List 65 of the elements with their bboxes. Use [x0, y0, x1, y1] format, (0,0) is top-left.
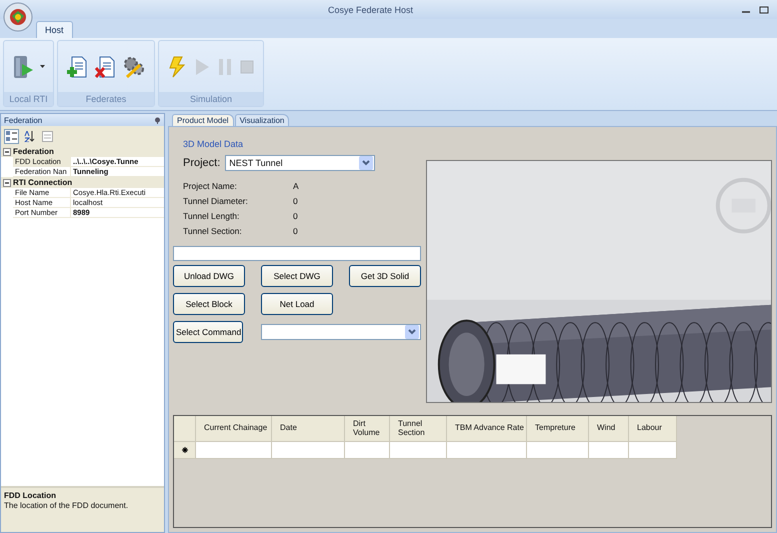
project-dropdown[interactable]: NEST Tunnel [225, 155, 376, 171]
table-cell[interactable] [629, 442, 677, 459]
panel-title: Federation [4, 116, 42, 124]
info-value: 0 [293, 226, 299, 236]
info-value: A [293, 181, 300, 191]
command-button[interactable]: Select Command [173, 321, 243, 343]
sort-icon [24, 130, 35, 142]
column-header[interactable]: Tunnel Section [390, 416, 447, 442]
category-label: Federation [13, 147, 54, 156]
action-button[interactable]: Select Block [173, 293, 245, 315]
column-header[interactable]: Wind [589, 416, 629, 442]
action-button[interactable]: Select DWG [261, 265, 333, 287]
column-header[interactable]: Current Chainage [196, 416, 272, 442]
table-cell[interactable] [527, 442, 589, 459]
server-play-icon[interactable] [12, 54, 34, 80]
info-label: Project Name: [183, 181, 238, 191]
lightning-icon[interactable] [167, 54, 187, 78]
info-value: 0 [293, 196, 299, 206]
collapse-icon[interactable] [3, 148, 11, 156]
collapse-icon[interactable] [3, 178, 11, 186]
add-document-icon[interactable] [66, 54, 88, 78]
tab[interactable]: Product Model [172, 114, 234, 126]
text-field[interactable] [173, 246, 421, 261]
new-row-icon [182, 447, 188, 453]
info-value: 0 [293, 211, 299, 221]
action-button[interactable]: Unload DWG [173, 265, 245, 287]
field-label: Project: [183, 157, 220, 169]
dropdown-arrow-icon[interactable] [40, 64, 45, 69]
section-title: 3D Model Data [183, 139, 244, 149]
window-title: Cosye Federate Host [326, 4, 414, 14]
toolbar-button[interactable] [22, 128, 37, 144]
toolbar-button[interactable] [4, 128, 19, 144]
table-cell[interactable] [589, 442, 629, 459]
category-row[interactable]: RTI Connection [1, 177, 164, 188]
action-button[interactable]: Get 3D Solid [349, 265, 421, 287]
table-cell[interactable] [345, 442, 390, 459]
column-header[interactable]: Dirt Volume [345, 416, 390, 442]
property-pages-icon [42, 130, 53, 142]
ribbon-tab[interactable]: Host [36, 21, 73, 38]
pin-icon[interactable] [154, 116, 161, 124]
gear-wrench-icon[interactable] [122, 54, 146, 78]
action-button[interactable]: Net Load [261, 293, 333, 315]
remove-document-icon[interactable] [94, 54, 116, 78]
description-text: The location of the FDD document. [4, 501, 130, 510]
info-label: Tunnel Diameter: [183, 196, 249, 206]
table-cell[interactable] [272, 442, 345, 459]
command-dropdown[interactable] [261, 324, 421, 340]
maximize-icon[interactable] [759, 4, 769, 14]
description-title: FDD Location [4, 491, 57, 500]
category-label: RTI Connection [13, 178, 72, 187]
info-label: Tunnel Section: [183, 226, 243, 236]
group-label: Local RTI [4, 92, 53, 106]
column-header[interactable]: TBM Advance Rate [447, 416, 527, 442]
info-label: Tunnel Length: [183, 211, 240, 221]
group-label: Federates [58, 92, 154, 106]
column-header[interactable]: Date [272, 416, 345, 442]
categorized-icon [6, 130, 17, 142]
group-label: Simulation [159, 92, 263, 106]
category-row[interactable]: Federation [1, 146, 164, 157]
table-cell[interactable] [196, 442, 272, 459]
column-header[interactable]: Labour [629, 416, 677, 442]
table-cell[interactable] [390, 442, 447, 459]
table-cell[interactable] [447, 442, 527, 459]
tab[interactable]: Visualization [234, 114, 290, 126]
column-header[interactable]: Tempreture [527, 416, 589, 442]
